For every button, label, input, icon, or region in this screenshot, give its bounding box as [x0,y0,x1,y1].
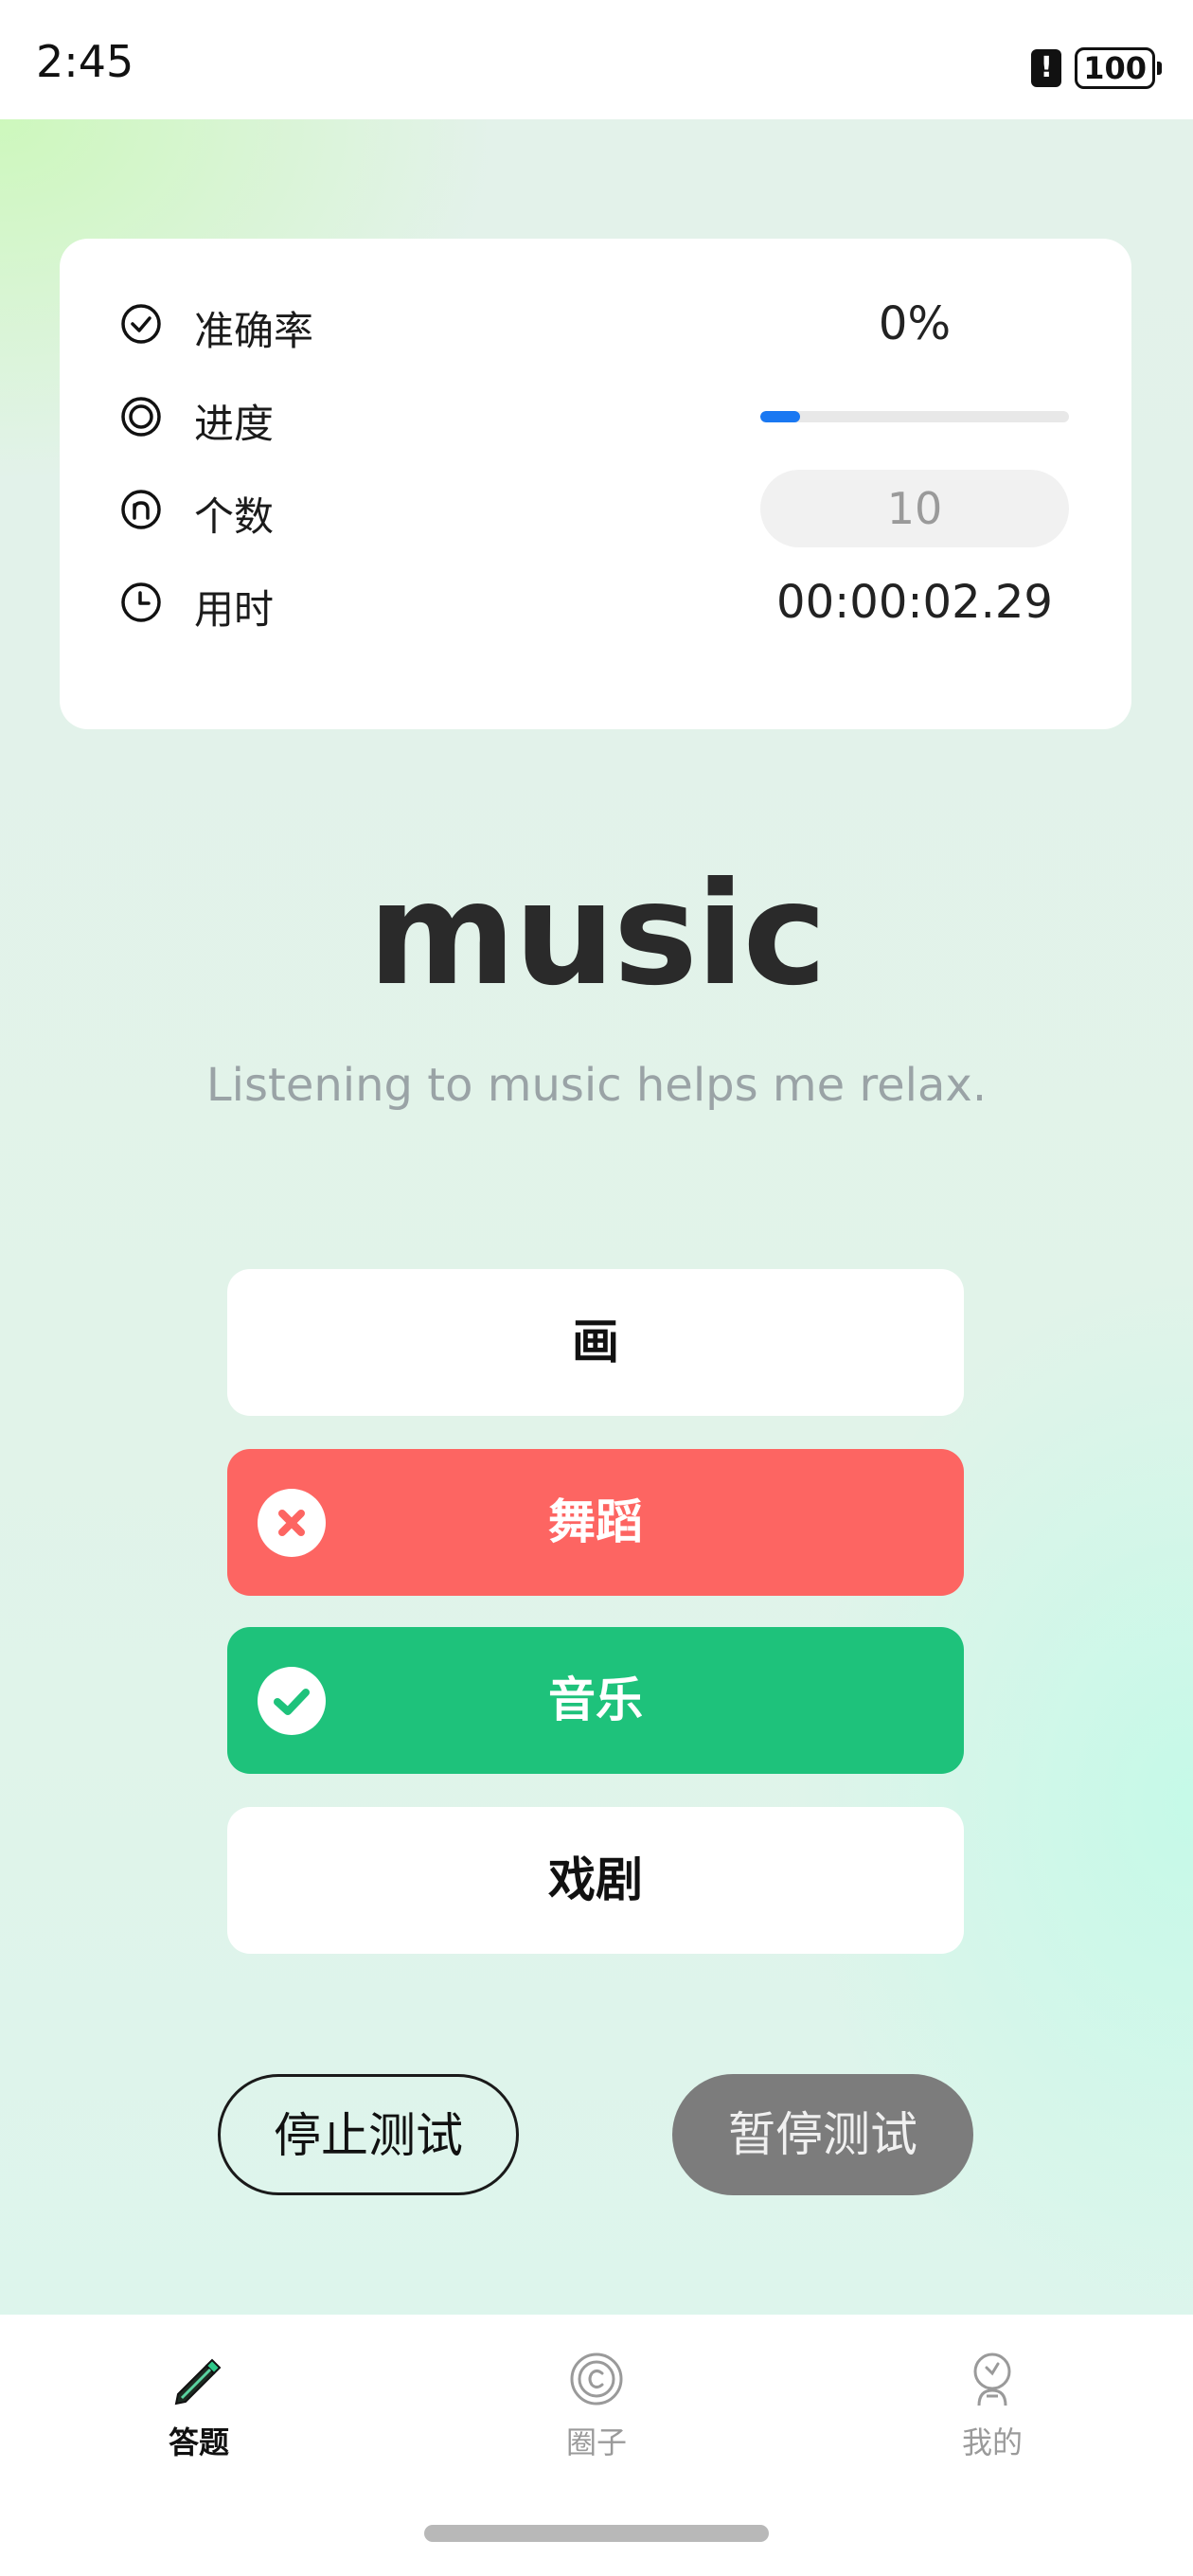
tab-circle[interactable]: 圈子 [502,2349,691,2481]
person-icon [973,2352,1011,2406]
tab-answer[interactable]: 答题 [104,2349,294,2481]
battery-icon: 100 [1075,47,1162,89]
option-label: 舞蹈 [548,1494,643,1549]
count-input[interactable]: 10 [760,470,1069,547]
stop-test-button[interactable]: 停止测试 [218,2074,519,2195]
count-label: 个数 [194,493,275,540]
target-icon [121,397,161,437]
circle-c-icon [570,2352,623,2406]
accuracy-label: 准确率 [194,308,314,354]
option-label: 音乐 [548,1673,643,1727]
tab-label: 我的 [961,2424,1023,2460]
alert-icon: ! [1031,49,1062,87]
count-row: 个数 10 [60,470,1131,547]
option-2-wrong[interactable]: 舞蹈 [227,1449,964,1596]
option-label: 戏剧 [548,1852,643,1907]
home-indicator[interactable] [424,2525,769,2542]
status-bar: 2:45 ! 100 [0,0,1193,119]
status-time: 2:45 [36,36,134,87]
status-icons: ! 100 [1031,47,1162,89]
option-3-correct[interactable]: 音乐 [227,1627,964,1774]
progress-fill [760,411,801,422]
accuracy-value: 0% [878,297,952,350]
time-value: 00:00:02.29 [776,576,1053,629]
check-circle-icon [121,304,161,344]
clock-icon [121,582,161,622]
pencil-icon [174,2358,222,2406]
example-sentence: Listening to music helps me relax. [205,1059,988,1112]
option-label: 画 [572,1315,619,1369]
option-1[interactable]: 画 [227,1269,964,1416]
tab-mine[interactable]: 我的 [898,2349,1087,2481]
accuracy-row: 准确率 0% [60,290,1131,356]
option-4[interactable]: 戏剧 [227,1807,964,1954]
pause-test-button[interactable]: 暂停测试 [672,2074,973,2195]
progress-label: 进度 [194,401,275,447]
time-label: 用时 [194,586,275,633]
count-n-icon [121,490,161,529]
question-word: music [367,852,828,1017]
tab-label: 答题 [168,2424,229,2460]
time-row: 用时 00:00:02.29 [60,568,1131,635]
stats-card: 准确率 0% 进度 个数 10 用时 00:00:02.29 [60,239,1131,729]
correct-icon [258,1667,326,1735]
wrong-icon [258,1489,326,1557]
progress-bar [760,411,1069,422]
progress-row: 进度 [60,383,1131,449]
tab-label: 圈子 [565,2424,627,2460]
